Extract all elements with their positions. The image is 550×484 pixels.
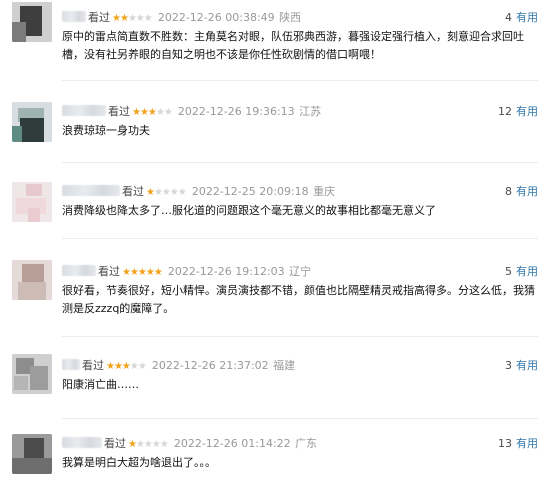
review-meta: 看过 ★★★★★ 2022-12-26 19:12:03 辽宁 — [62, 264, 311, 280]
review-location: 广东 — [295, 437, 318, 450]
review-meta: 看过 ★★★★★ 2022-12-26 19:36:13 江苏 — [62, 104, 321, 120]
rating-stars: ★★★★★ — [122, 267, 163, 278]
review-time: 2022-12-26 19:36:13 — [177, 105, 295, 118]
review-item: 看过 ★★★★★ 2022-12-26 00:38:49 陕西 4 有用 原中的雷点简… — [0, 0, 550, 80]
rating-stars: ★★★★★ — [128, 439, 169, 450]
review-time: 2022-12-26 19:12:03 — [167, 265, 285, 278]
avatar[interactable] — [12, 182, 52, 222]
watched-label: 看过 — [108, 105, 130, 118]
useful-vote: 13 有用 — [498, 436, 538, 452]
useful-count: 3 — [505, 359, 512, 372]
review-time: 2022-12-26 00:38:49 — [157, 11, 275, 24]
username-blurred[interactable] — [62, 105, 106, 116]
watched-label: 看过 — [88, 11, 110, 24]
useful-vote: 5 有用 — [505, 264, 538, 280]
review-location: 福建 — [273, 359, 296, 372]
avatar[interactable] — [12, 434, 52, 474]
review-content: 阳康消亡曲…… — [62, 378, 139, 391]
review-meta: 看过 ★★★★★ 2022-12-26 01:14:22 广东 — [62, 436, 317, 452]
username-blurred[interactable] — [62, 359, 80, 370]
watched-label: 看过 — [98, 265, 120, 278]
review-content: 原中的雷点简直数不胜数：主角莫名对眼，队伍邪典西游，暮强设定强行植入，刻意迎合求… — [62, 30, 524, 61]
useful-button[interactable]: 有用 — [516, 359, 538, 372]
useful-button[interactable]: 有用 — [516, 105, 538, 118]
rating-stars: ★★★★★ — [112, 13, 153, 24]
useful-button[interactable]: 有用 — [516, 437, 538, 450]
watched-label: 看过 — [122, 185, 144, 198]
review-location: 江苏 — [299, 105, 322, 118]
useful-button[interactable]: 有用 — [516, 11, 538, 24]
rating-stars: ★★★★★ — [106, 361, 147, 372]
useful-count: 8 — [505, 185, 512, 198]
review-content: 我算是明白大超为啥退出了。。。 — [62, 456, 216, 469]
review-time: 2022-12-25 20:09:18 — [191, 185, 309, 198]
review-time: 2022-12-26 21:37:02 — [151, 359, 269, 372]
review-location: 辽宁 — [289, 265, 312, 278]
useful-vote: 4 有用 — [505, 10, 538, 26]
review-list: 看过 ★★★★★ 2022-12-26 00:38:49 陕西 4 有用 原中的雷点简… — [0, 0, 550, 484]
useful-count: 12 — [498, 105, 512, 118]
username-blurred[interactable] — [62, 185, 120, 196]
watched-label: 看过 — [104, 437, 126, 450]
useful-button[interactable]: 有用 — [516, 265, 538, 278]
review-content: 浪费琼琼一身功夫 — [62, 124, 150, 137]
useful-vote: 3 有用 — [505, 358, 538, 374]
review-location: 陕西 — [279, 11, 302, 24]
useful-vote: 8 有用 — [505, 184, 538, 200]
avatar[interactable] — [12, 260, 52, 300]
review-time: 2022-12-26 01:14:22 — [173, 437, 291, 450]
avatar[interactable] — [12, 2, 52, 42]
username-blurred[interactable] — [62, 11, 86, 22]
review-item: 看过 ★★★★★ 2022-12-26 19:36:13 江苏 12 有用 浪费琼琼一… — [0, 80, 550, 162]
review-location: 重庆 — [313, 185, 336, 198]
review-item: 看过 ★★★★★ 2022-12-26 19:12:03 辽宁 5 有用 很好看，节奏… — [0, 238, 550, 336]
avatar[interactable] — [12, 102, 52, 142]
useful-button[interactable]: 有用 — [516, 185, 538, 198]
review-meta: 看过 ★★★★★ 2022-12-25 20:09:18 重庆 — [62, 184, 335, 200]
useful-count: 5 — [505, 265, 512, 278]
review-item: 看过 ★★★★★ 2022-12-25 20:09:18 重庆 8 有用 消费降级也降… — [0, 162, 550, 238]
rating-stars: ★★★★★ — [146, 187, 187, 198]
useful-count: 4 — [505, 11, 512, 24]
review-meta: 看过 ★★★★★ 2022-12-26 00:38:49 陕西 — [62, 10, 301, 26]
username-blurred[interactable] — [62, 265, 96, 276]
useful-vote: 12 有用 — [498, 104, 538, 120]
rating-stars: ★★★★★ — [132, 107, 173, 118]
review-meta: 看过 ★★★★★ 2022-12-26 21:37:02 福建 — [62, 358, 295, 374]
review-item: 看过 ★★★★★ 2022-12-26 21:37:02 福建 3 有用 阳康消亡曲…… — [0, 336, 550, 418]
watched-label: 看过 — [82, 359, 104, 372]
review-content: 消费降级也降太多了…服化道的问题跟这个毫无意义的故事相比都毫无意义了 — [62, 204, 436, 217]
review-item: 看过 ★★★★★ 2022-12-26 01:14:22 广东 13 有用 我算是明白… — [0, 418, 550, 484]
username-blurred[interactable] — [62, 437, 102, 448]
useful-count: 13 — [498, 437, 512, 450]
review-content: 很好看，节奏很好，短小精悍。演员演技都不错，颜值也比隔壁精灵戒指高得多。分这么低… — [62, 284, 535, 315]
avatar[interactable] — [12, 354, 52, 394]
